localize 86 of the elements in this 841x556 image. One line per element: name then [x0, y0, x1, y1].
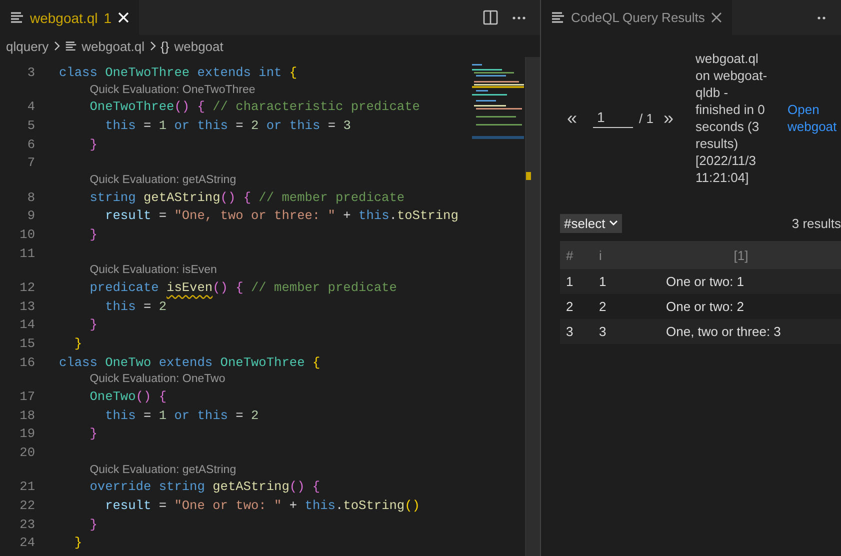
breadcrumb-item[interactable]: webgoat.ql [82, 38, 145, 54]
code-line: } [88, 136, 98, 152]
tab-filename: webgoat.ql [30, 10, 98, 26]
more-icon[interactable] [512, 16, 526, 20]
codelens-link[interactable]: Quick Evaluation: isEven [90, 264, 217, 276]
line-number: 20 [18, 444, 35, 460]
next-page-button[interactable]: » [661, 108, 676, 128]
line-number: 13 [18, 298, 35, 314]
line-number: 14 [18, 317, 35, 332]
chevron-right-icon [54, 41, 60, 51]
codelens-link[interactable]: Quick Evaluation: OneTwo [90, 373, 226, 386]
column-header: i [589, 241, 640, 269]
table-cell: One or two: 2 [640, 294, 841, 319]
breadcrumb-item[interactable]: webgoat [174, 38, 224, 54]
table-cell: 2 [589, 294, 640, 319]
line-number: 21 [18, 479, 35, 494]
code-line: } [73, 336, 82, 351]
file-lines-icon [10, 12, 24, 24]
problem-count: 1 [104, 10, 112, 26]
line-number: 18 [18, 408, 35, 423]
column-header: [1] [640, 241, 841, 269]
line-number: 5 [26, 118, 35, 133]
more-icon[interactable] [817, 16, 827, 20]
breadcrumb-item[interactable]: qlquery [6, 38, 49, 54]
editor-tab[interactable]: webgoat.ql 1 [0, 0, 139, 35]
line-number: 17 [18, 389, 35, 404]
line-number: 16 [18, 354, 35, 370]
table-cell: 3 [560, 319, 589, 344]
result-set-dropdown[interactable]: #select [560, 214, 622, 232]
code-line: } [73, 535, 82, 550]
column-header: # [560, 241, 589, 269]
file-lines-icon [64, 40, 77, 52]
code-line: } [88, 516, 98, 532]
code-line: } [88, 317, 98, 332]
line-number: 19 [18, 426, 35, 442]
code-line: } [88, 226, 98, 242]
line-number: 22 [18, 498, 35, 514]
query-summary: webgoat.ql on webgoat-qldb - finished in 0 seconds (3 results) [2022/11/3 11:21:04] [696, 50, 768, 186]
code-line: string getAString() { // member predicate [88, 190, 405, 205]
code-line: override string getAString() { [88, 479, 320, 494]
result-count: 3 results [792, 216, 841, 230]
table-cell: One, two or three: 3 [640, 319, 841, 344]
code-line: OneTwo() { [88, 389, 167, 404]
code-line: OneTwoThree() { // characteristic predicate [88, 99, 420, 114]
table-cell: One or two: 1 [640, 269, 841, 294]
page-input[interactable]: 1 [593, 108, 634, 128]
line-number: 15 [18, 336, 35, 351]
page-total: / 1 [639, 110, 654, 126]
table-cell: 1 [589, 269, 640, 294]
chevron-down-icon [609, 220, 618, 226]
braces-icon: {} [160, 38, 170, 54]
table-cell: 3 [589, 319, 640, 344]
line-number: 8 [26, 190, 35, 205]
line-number: 24 [18, 535, 35, 550]
line-number: 4 [26, 99, 35, 114]
code-line: class OneTwoThree extends int { [59, 64, 298, 80]
line-number: 11 [18, 246, 35, 261]
line-number: 12 [18, 280, 35, 296]
code-line: result = "One or two: " + this.toString() [104, 498, 420, 514]
previous-page-button[interactable]: « [565, 108, 580, 128]
code-line: class OneTwo extends OneTwoThree { [59, 354, 320, 370]
line-number: 3 [26, 64, 35, 80]
line-number: 7 [26, 155, 35, 170]
code-line: result = "One, two or three: " + this.toString [104, 208, 458, 224]
line-number: 10 [18, 226, 35, 242]
open-file-link[interactable]: Open webgoat [788, 101, 841, 135]
line-number: 23 [18, 516, 35, 532]
codelens-link[interactable]: Quick Evaluation: getAString [90, 464, 236, 476]
file-lines-icon [551, 12, 565, 24]
line-number: 6 [26, 136, 35, 152]
table-cell: 1 [560, 269, 589, 294]
split-editor-icon[interactable] [483, 10, 498, 25]
close-icon[interactable] [710, 12, 722, 23]
codelens-link[interactable]: Quick Evaluation: OneTwoThree [90, 84, 256, 96]
code-line: this = 2 [104, 298, 167, 314]
code-line: predicate isEven() { // member predicate [88, 280, 397, 296]
line-number: 9 [26, 208, 35, 224]
tab-title: CodeQL Query Results [571, 10, 705, 25]
code-line: this = 1 or this = 2 or this = 3 [104, 118, 351, 133]
table-cell: 2 [560, 294, 589, 319]
code-line: } [88, 426, 98, 442]
code-line: this = 1 or this = 2 [104, 408, 259, 423]
chevron-right-icon [150, 41, 156, 51]
results-tab[interactable]: CodeQL Query Results [541, 0, 732, 35]
codelens-link[interactable]: Quick Evaluation: getAString [90, 174, 236, 186]
scrollbar[interactable] [525, 57, 540, 556]
